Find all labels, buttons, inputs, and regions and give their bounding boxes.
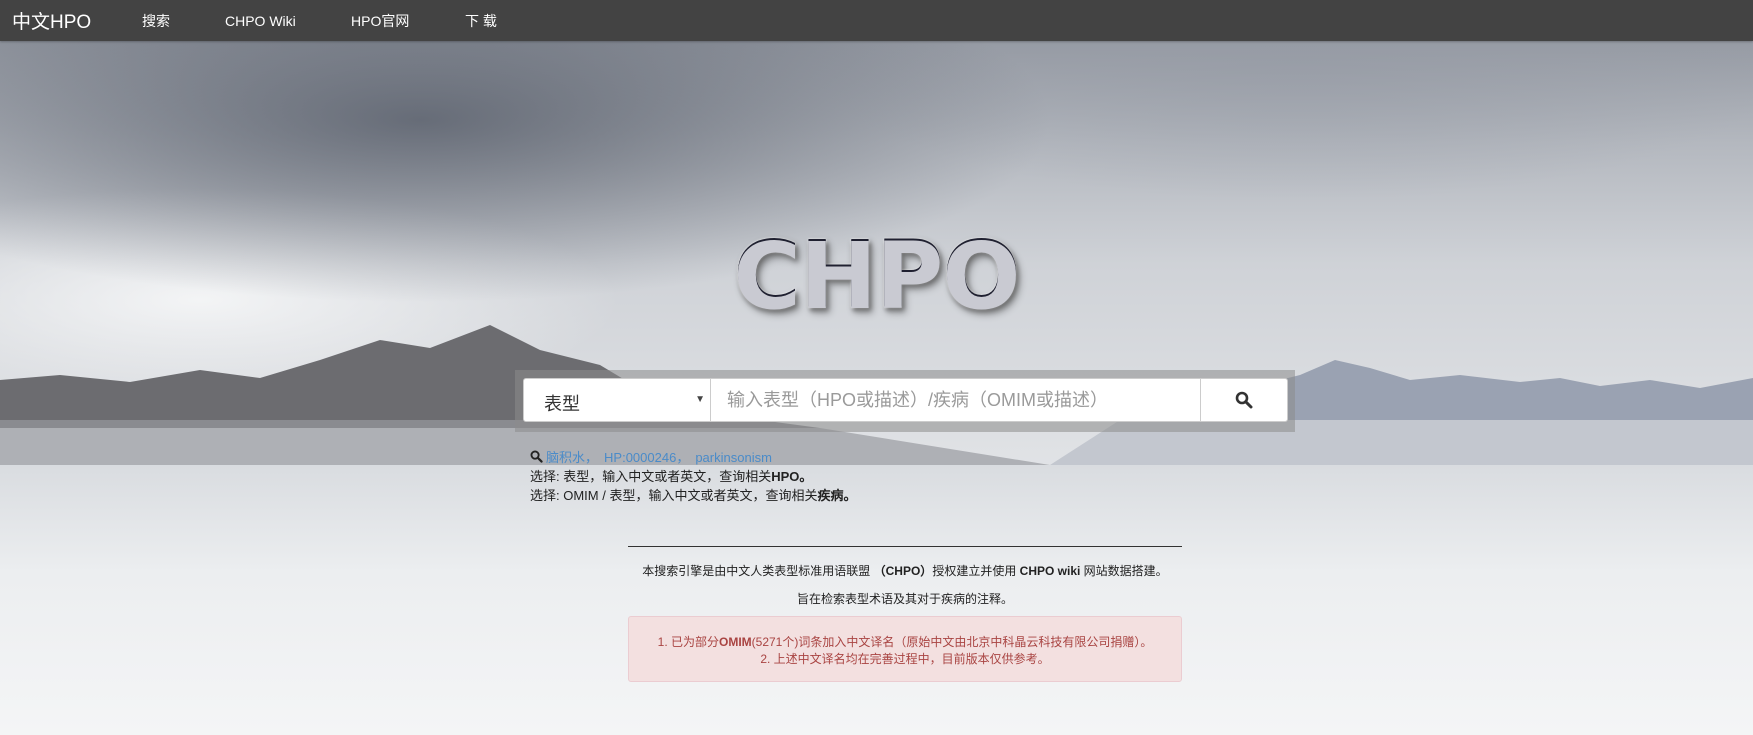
search-icon [1235,391,1253,409]
hint-text: 选择: 表型，输入中文或者英文，查询相关 [530,469,772,484]
search-type-value: 表型 [544,394,580,414]
info-emphasis: CHPO wiki [1019,564,1081,578]
search-button[interactable] [1200,378,1288,422]
alert-line: 1. 已为部分OMIM(5271个)词条加入中文译名（原始中文由北京中科晶云科技… [629,634,1181,651]
search-form: 表型 ▼ [515,370,1295,432]
info-text: 本搜索引擎是由中文人类表型标准用语联盟 [642,564,874,578]
alert-text: 1. 已为部分 [657,635,719,649]
brand-link[interactable]: 中文HPO [12,7,141,34]
nav-download[interactable]: 下 载 [465,11,497,31]
hint-line: 选择: OMIM / 表型，输入中文或者英文，查询相关疾病。 [530,486,856,505]
separator: ， [585,450,599,465]
divider [628,546,1182,547]
alert-text: (5271个)词条加入中文译名（原始中文由北京中科晶云科技有限公司捐赠）。 [751,635,1153,649]
info-text: 授权建立并使用 [932,564,1020,578]
top-navbar: 中文HPO 搜索 CHPO Wiki HPO官网 下 载 [0,0,1753,41]
example-queries: 脑积水， HP:0000246， parkinsonism [530,448,856,467]
hint-text: 选择: OMIM / 表型，输入中文或者英文，查询相关 [530,488,818,503]
separator: ， [676,450,690,465]
search-input[interactable] [711,378,1201,422]
nav-search[interactable]: 搜索 [142,11,170,31]
example-link[interactable]: 脑积水 [546,450,585,465]
notice-alert: 1. 已为部分OMIM(5271个)词条加入中文译名（原始中文由北京中科晶云科技… [628,616,1182,682]
info-text: 网站数据搭建。 [1080,564,1168,578]
alert-line: 2. 上述中文译名均在完善过程中，目前版本仅供参考。 [760,652,1050,666]
info-line: 本搜索引擎是由中文人类表型标准用语联盟 （CHPO）授权建立并使用 CHPO w… [628,562,1182,579]
nav-chpo-wiki[interactable]: CHPO Wiki [225,13,296,29]
hint-emphasis: HPO。 [771,469,813,484]
hint-emphasis: 疾病。 [817,488,857,503]
hint-line: 选择: 表型，输入中文或者英文，查询相关HPO。 [530,467,856,486]
nav-hpo-official[interactable]: HPO官网 [351,11,409,31]
search-hints: 脑积水， HP:0000246， parkinsonism 选择: 表型，输入中文或… [530,448,856,505]
chevron-down-icon: ▼ [695,394,705,405]
search-icon [530,450,543,463]
info-emphasis: （CHPO） [873,564,933,578]
example-link[interactable]: HP:0000246 [604,450,676,465]
alert-emphasis: OMIM [718,635,752,649]
logo-text: CHPO [733,222,1020,329]
info-line: 旨在检索表型术语及其对于疾病的注释。 [796,592,1013,606]
chpo-logo: CHPO [0,222,1753,329]
search-type-select[interactable]: 表型 ▼ [523,378,711,422]
example-link[interactable]: parkinsonism [695,450,772,465]
